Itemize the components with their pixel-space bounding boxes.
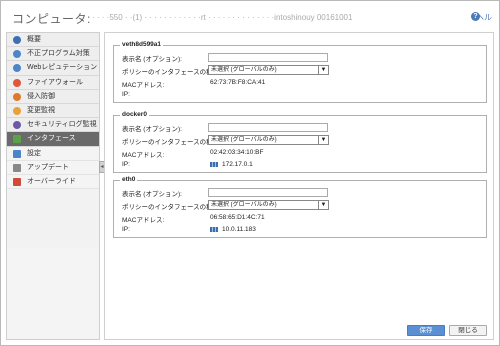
display-name-field[interactable] <box>208 123 328 132</box>
network-icon <box>210 161 218 167</box>
ip-address: 172.17.0.1 <box>222 161 253 168</box>
ip-value: 172.17.0.1 <box>210 161 253 168</box>
display-name-label: 表示名 (オプション): <box>122 56 182 63</box>
policy-type-select[interactable]: 未選択 (グローバルのみ) ▼ <box>208 65 329 75</box>
ips-icon <box>13 92 21 101</box>
sidebar-item-overview[interactable]: 概要 <box>7 33 99 48</box>
policy-type-label: ポリシーのインタフェースの種類: <box>122 204 221 211</box>
sidebar-item-label: 変更監視 <box>27 106 55 114</box>
sidebar-item-label: 侵入防御 <box>27 92 55 100</box>
sidebar-item-interfaces[interactable]: インタフェース <box>7 132 99 147</box>
network-icon <box>210 226 218 232</box>
shield-icon <box>13 50 21 59</box>
ip-label: IP: <box>122 226 130 233</box>
ip-label: IP: <box>122 91 130 98</box>
integrity-icon <box>13 106 21 115</box>
policy-type-select[interactable]: 未選択 (グローバルのみ) ▼ <box>208 200 329 210</box>
page-title: コンピュータ: <box>12 12 91 26</box>
display-name-label: 表示名 (オプション): <box>122 126 182 133</box>
policy-type-select[interactable]: 未選択 (グローバルのみ) ▼ <box>208 135 329 145</box>
chevron-down-icon: ▼ <box>318 66 328 74</box>
close-button[interactable]: 閉じる <box>449 325 487 336</box>
sidebar-item-label: 設定 <box>27 149 41 157</box>
firewall-icon <box>13 78 21 87</box>
chevron-down-icon: ▼ <box>318 201 328 209</box>
interface-name: docker0 <box>120 111 149 118</box>
header: コンピュータ: · · · ·550 · ·(1) · · · · · · · … <box>4 4 496 30</box>
sidebar-empty-area <box>7 248 99 339</box>
chevron-down-icon: ▼ <box>318 136 328 144</box>
check-icon <box>13 36 21 44</box>
policy-type-value: 未選択 (グローバルのみ) <box>211 202 277 208</box>
sidebar-item-log-inspection[interactable]: セキュリティログ監視 <box>7 118 99 133</box>
globe-icon <box>13 64 21 73</box>
sidebar-item-firewall[interactable]: ファイアウォール <box>7 75 99 90</box>
sidebar-item-label: ファイアウォール <box>27 78 83 86</box>
interface-icon <box>13 135 21 144</box>
computer-name: · · · ·550 · ·(1) · · · · · · · · · · · … <box>92 13 353 22</box>
display-name-label: 表示名 (オプション): <box>122 191 182 198</box>
display-name-field[interactable] <box>208 188 328 197</box>
save-button[interactable]: 保存 <box>407 325 445 336</box>
interface-panel: docker0 表示名 (オプション): ポリシーのインタフェースの種類: 未選… <box>113 111 487 173</box>
policy-type-label: ポリシーのインタフェースの種類: <box>122 69 221 76</box>
sidebar-item-label: インタフェース <box>27 135 76 143</box>
interface-panel: veth8d599a1 表示名 (オプション): ポリシーのインタフェースの種類… <box>113 41 487 103</box>
mac-address-label: MACアドレス: <box>122 82 165 89</box>
update-icon <box>13 163 21 172</box>
sidebar-item-label: オーバーライド <box>27 177 76 185</box>
sidebar-item-overrides[interactable]: オーバーライド <box>7 174 99 190</box>
ip-address: 10.0.11.183 <box>222 226 256 233</box>
mac-address-label: MACアドレス: <box>122 217 165 224</box>
interface-panel: eth0 表示名 (オプション): ポリシーのインタフェースの種類: 未選択 (… <box>113 176 487 238</box>
sidebar-item-anti-malware[interactable]: 不正プログラム対策 <box>7 47 99 62</box>
policy-type-value: 未選択 (グローバルのみ) <box>211 67 277 73</box>
mac-address-value: 02:42:03:34:10:BF <box>210 149 264 156</box>
mac-address-label: MACアドレス: <box>122 152 165 159</box>
log-icon <box>13 121 21 130</box>
sidebar-item-integrity-monitoring[interactable]: 変更監視 <box>7 103 99 119</box>
sidebar-item-label: 概要 <box>27 36 41 43</box>
sidebar-item-label: アップデート <box>27 163 69 171</box>
ip-value: 10.0.11.183 <box>210 226 256 233</box>
sidebar: 概要 不正プログラム対策 Webレピュテーション ファイアウォール 侵入防御 変… <box>6 32 100 340</box>
interface-name: veth8d599a1 <box>120 41 164 48</box>
sidebar-item-label: 不正プログラム対策 <box>27 50 90 58</box>
mac-address-value: 06:58:65:D1:4C:71 <box>210 214 265 221</box>
sidebar-item-label: セキュリティログ監視 <box>27 121 97 129</box>
policy-type-label: ポリシーのインタフェースの種類: <box>122 139 221 146</box>
interface-name: eth0 <box>120 176 138 183</box>
override-icon <box>13 177 21 186</box>
policy-type-value: 未選択 (グローバルのみ) <box>211 137 277 143</box>
sidebar-item-updates[interactable]: アップデート <box>7 160 99 175</box>
ip-label: IP: <box>122 161 130 168</box>
sidebar-item-label: Webレピュテーション <box>27 64 98 72</box>
main-content: veth8d599a1 表示名 (オプション): ポリシーのインタフェースの種類… <box>104 32 494 340</box>
help-link[interactable]: ヘル <box>476 12 492 23</box>
mac-address-value: 62:73:7B:F8:CA:41 <box>210 79 266 86</box>
sidebar-item-settings[interactable]: 設定 <box>7 146 99 161</box>
display-name-field[interactable] <box>208 53 328 62</box>
settings-icon <box>13 149 21 158</box>
sidebar-item-web-reputation[interactable]: Webレピュテーション <box>7 61 99 76</box>
sidebar-item-intrusion-prevention[interactable]: 侵入防御 <box>7 89 99 104</box>
